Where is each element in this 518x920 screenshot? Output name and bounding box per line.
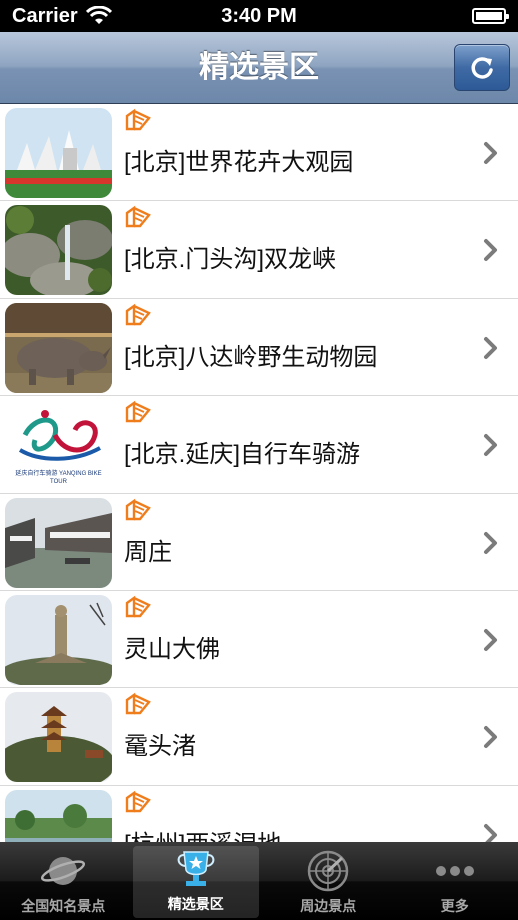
battery-icon xyxy=(472,8,509,24)
flower-garden-thumbnail xyxy=(5,108,112,198)
tab-famous-spots[interactable]: 全国知名景点 xyxy=(0,842,127,920)
chevron-right-icon xyxy=(484,142,497,164)
tag-icon xyxy=(125,693,151,715)
tag-icon xyxy=(125,303,151,325)
carrier-label: Carrier xyxy=(12,4,78,27)
wetland-thumbnail xyxy=(5,789,112,842)
tab-label: 更多 xyxy=(440,898,469,914)
tab-featured-spots[interactable]: 精选景区 xyxy=(132,846,259,918)
tab-label: 全国知名景点 xyxy=(21,898,106,914)
list-item-label: [北京]世界花卉大观园 xyxy=(124,149,354,176)
tag-icon xyxy=(125,790,151,812)
tab-more[interactable]: 更多 xyxy=(392,842,518,920)
list-item-label: 灵山大佛 xyxy=(124,635,220,663)
trophy-icon xyxy=(177,851,215,886)
tab-bar: 全国知名景点 精选景区 周边景点 更多 xyxy=(0,842,518,920)
list-item[interactable]: 鼋头渚 xyxy=(0,688,518,786)
rhinoceros-thumbnail xyxy=(5,302,112,393)
chevron-right-icon xyxy=(484,434,497,457)
chevron-right-icon xyxy=(484,239,497,262)
scenic-spot-list[interactable]: [北京]世界花卉大观园 [北京.门头沟]双龙峡 [北京]八达岭野生动物园 延庆自… xyxy=(0,104,518,842)
navigation-bar: 精选景区 xyxy=(0,32,518,104)
radar-icon xyxy=(308,850,349,892)
list-item[interactable]: [北京]八达岭野生动物园 xyxy=(0,299,518,397)
chevron-right-icon xyxy=(484,726,497,749)
tag-icon xyxy=(125,206,151,228)
list-item[interactable]: 周庄 xyxy=(0,494,518,591)
more-icon xyxy=(435,866,474,876)
tag-icon xyxy=(125,400,151,423)
list-item[interactable]: [北京.门头沟]双龙峡 xyxy=(0,201,518,299)
chevron-right-icon xyxy=(484,336,497,359)
tag-icon xyxy=(125,498,151,520)
chevron-right-icon xyxy=(484,531,497,554)
list-item-label: 周庄 xyxy=(124,538,172,566)
list-item[interactable]: [北京]世界花卉大观园 xyxy=(0,104,518,202)
list-item-label: [北京]八达岭野生动物园 xyxy=(124,343,378,371)
planet-icon xyxy=(41,857,86,885)
refresh-button[interactable] xyxy=(454,44,510,91)
tab-nearby-spots[interactable]: 周边景点 xyxy=(265,842,392,920)
tag-icon xyxy=(125,595,151,618)
tab-label: 周边景点 xyxy=(300,898,357,914)
list-item[interactable]: 延庆自行车骑游 YANQING BIKE TOUR [北京.延庆]自行车骑游 xyxy=(0,396,518,494)
list-item[interactable]: 灵山大佛 xyxy=(0,591,518,689)
pagoda-thumbnail xyxy=(5,692,112,783)
buddha-statue-thumbnail xyxy=(5,594,112,685)
water-town-thumbnail xyxy=(5,497,112,588)
chevron-right-icon xyxy=(484,628,497,651)
list-item-label: [北京.门头沟]双龙峡 xyxy=(124,246,337,274)
list-item[interactable]: [杭州]西溪湿地 xyxy=(0,786,518,842)
logo-caption: 延庆自行车骑游 YANQING BIKE TOUR xyxy=(15,471,102,486)
tab-label: 精选景区 xyxy=(167,896,224,912)
refresh-icon xyxy=(471,56,493,79)
bike-tour-logo-thumbnail: 延庆自行车骑游 YANQING BIKE TOUR xyxy=(5,400,112,491)
wifi-icon xyxy=(85,6,112,24)
tag-icon xyxy=(125,108,151,131)
list-item-label: [杭州]西溪湿地 xyxy=(124,824,281,842)
canyon-thumbnail xyxy=(5,205,112,296)
chevron-right-icon xyxy=(484,823,497,842)
list-item-label: 鼋头渚 xyxy=(124,733,196,761)
page-title: 精选景区 xyxy=(199,51,319,84)
status-bar: Carrier 3:40 PM xyxy=(0,0,518,32)
list-item-label: [北京.延庆]自行车骑游 xyxy=(124,441,361,469)
